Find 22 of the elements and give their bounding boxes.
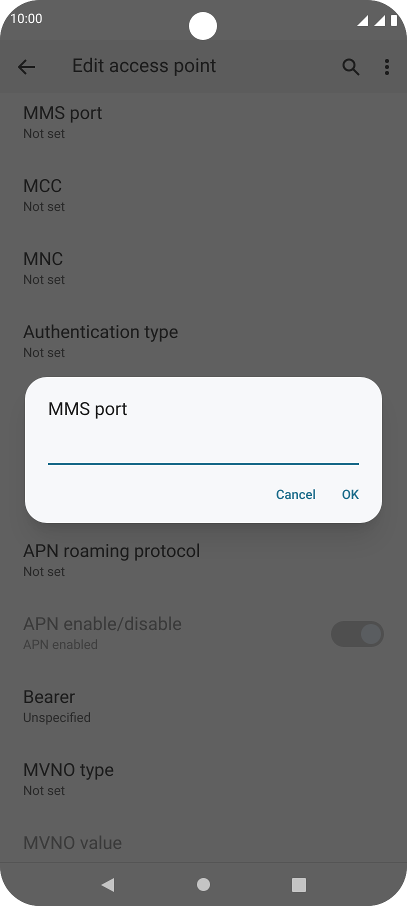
camera-cutout bbox=[189, 12, 217, 40]
dialog-button[interactable]: Cancel bbox=[268, 482, 324, 510]
setting-title: MCC bbox=[23, 175, 64, 199]
setting-title: Authentication type bbox=[23, 321, 180, 345]
home-circle-icon bbox=[196, 878, 210, 891]
setting-title: Bearer bbox=[23, 686, 76, 710]
status-time: 10:00 bbox=[10, 11, 42, 30]
dialog-button[interactable]: OK bbox=[334, 482, 367, 510]
dialog-title: MMS port bbox=[48, 398, 128, 422]
setting-title: APN roaming protocol bbox=[23, 540, 202, 564]
app-bar-title: Edit access point bbox=[72, 53, 216, 80]
square-icon bbox=[292, 878, 306, 892]
search-icon bbox=[342, 58, 360, 76]
battery-icon bbox=[391, 14, 397, 26]
setting-title: MMS port bbox=[23, 102, 104, 126]
back-arrow-icon bbox=[18, 58, 36, 74]
signal-icon bbox=[357, 14, 368, 26]
setting-title: MNC bbox=[23, 248, 64, 272]
back-triangle-icon bbox=[101, 878, 114, 892]
more-icon bbox=[385, 58, 389, 74]
setting-title: MVNO type bbox=[23, 759, 115, 783]
signal-icon bbox=[374, 14, 385, 26]
